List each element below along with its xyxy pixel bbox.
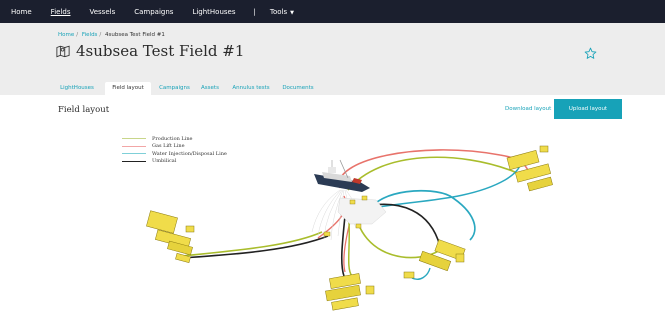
umbilical-line <box>181 235 329 259</box>
legend-swatch <box>122 145 146 147</box>
subsea-template <box>403 239 466 279</box>
legend-label: Gas Lift Line <box>152 143 185 150</box>
legend-swatch <box>122 153 146 155</box>
legend: Production Line Gas Lift Line Water Inje… <box>122 135 227 165</box>
production-line <box>347 156 516 191</box>
legend-item: Production Line <box>122 135 227 143</box>
subsea-template <box>506 145 553 192</box>
legend-item: Water Injection/Disposal Line <box>122 150 227 158</box>
field-layout-diagram <box>146 145 553 311</box>
water-injection-line <box>411 267 431 280</box>
legend-label: Production Line <box>152 135 193 142</box>
legend-swatch <box>122 160 146 162</box>
vessel-illustration <box>314 159 370 192</box>
water-injection-line <box>369 189 476 241</box>
legend-item: Gas Lift Line <box>122 143 227 151</box>
subsea-template <box>325 273 375 311</box>
water-injection-line <box>371 163 521 209</box>
legend-item: Umbilical <box>122 158 227 166</box>
legend-label: Umbilical <box>152 158 177 165</box>
legend-swatch <box>122 138 146 140</box>
legend-label: Water Injection/Disposal Line <box>152 150 227 157</box>
